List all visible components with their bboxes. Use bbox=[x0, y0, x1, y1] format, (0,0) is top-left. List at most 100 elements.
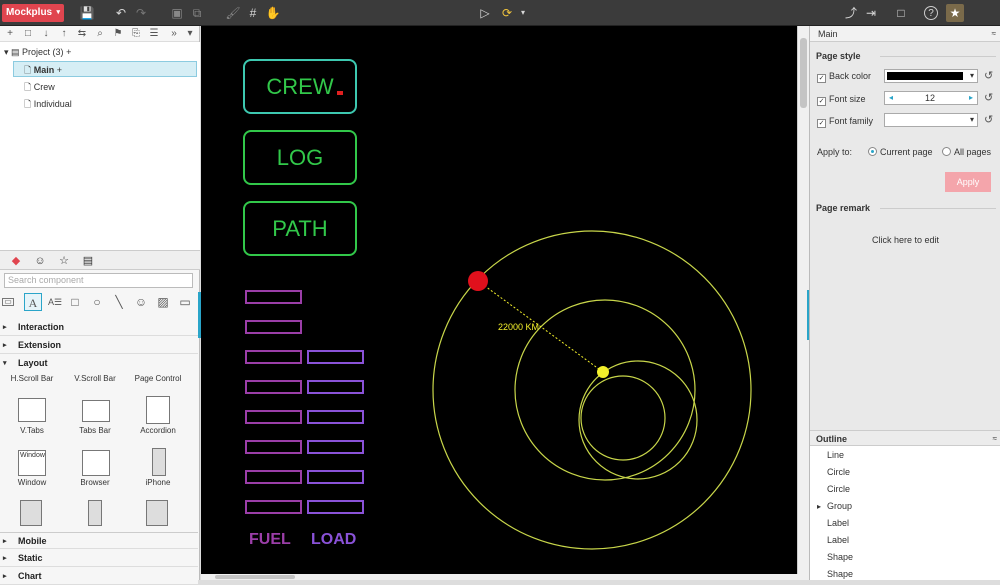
apply-button[interactable]: Apply bbox=[945, 172, 991, 192]
move-icon[interactable]: ⇆ bbox=[76, 27, 88, 41]
move-up-icon[interactable]: ↑ bbox=[58, 27, 70, 41]
app-menu-button[interactable]: Mockplus ▾ bbox=[2, 4, 64, 22]
fullscreen-icon[interactable]: □ bbox=[892, 4, 910, 22]
font-family-checkbox[interactable]: ✓ Font family bbox=[817, 114, 873, 128]
add-page-icon[interactable]: + bbox=[4, 27, 16, 41]
help-icon[interactable]: ? bbox=[924, 6, 938, 20]
window-icon[interactable]: Window bbox=[18, 450, 46, 476]
outline-item[interactable]: Circle bbox=[827, 481, 850, 498]
reset-icon[interactable]: ↺ bbox=[984, 92, 996, 104]
tree-item-project[interactable]: ▾ ▤ Project (3) + bbox=[4, 44, 194, 60]
emoji-shape-icon[interactable]: ☺ bbox=[132, 293, 150, 311]
collapse-icon[interactable]: ≈ bbox=[993, 431, 997, 447]
outline-item-group[interactable]: Group bbox=[817, 498, 852, 515]
component-v-tabs[interactable]: V.Tabs bbox=[2, 426, 62, 435]
component-library-icon[interactable]: ◆ bbox=[8, 253, 24, 269]
browser-icon[interactable] bbox=[82, 450, 110, 476]
format-brush-icon[interactable]: 🖌 bbox=[224, 4, 242, 22]
font-size-checkbox[interactable]: ✓ Font size bbox=[817, 92, 866, 106]
scroll-thumb[interactable] bbox=[800, 38, 807, 108]
decrease-icon[interactable]: ◂ bbox=[889, 92, 893, 104]
outline-item[interactable]: Line bbox=[827, 447, 844, 464]
design-canvas[interactable]: CREW LOG PATH FUEL LOAD 22000 KM bbox=[201, 26, 797, 574]
checkbox[interactable]: ✓ bbox=[817, 97, 826, 106]
yellow-moon[interactable] bbox=[597, 366, 609, 378]
phone-icon[interactable] bbox=[88, 500, 102, 526]
template-icon[interactable]: ▤ bbox=[80, 253, 96, 269]
sync-chevron-icon[interactable]: ▾ bbox=[514, 4, 532, 22]
category-static[interactable]: ▸ Static bbox=[0, 550, 198, 567]
font-size-value[interactable]: 12 bbox=[925, 92, 935, 105]
play-icon[interactable]: ▷ bbox=[476, 4, 494, 22]
grid-icon[interactable]: # bbox=[244, 4, 262, 22]
back-color-checkbox[interactable]: ✓ Back color bbox=[817, 69, 871, 83]
radio[interactable] bbox=[942, 147, 951, 156]
circle-shape-icon[interactable]: ○ bbox=[88, 293, 106, 311]
tabs-bar-icon[interactable] bbox=[82, 400, 110, 422]
reset-icon[interactable]: ↺ bbox=[984, 114, 996, 126]
paragraph-shape-icon[interactable]: A☰ bbox=[46, 293, 64, 311]
add-folder-icon[interactable]: □ bbox=[22, 27, 34, 41]
button-shape-icon[interactable]: ▭ bbox=[2, 298, 14, 306]
font-family-select[interactable]: ▾ bbox=[884, 113, 978, 127]
list-icon[interactable]: ☰ bbox=[148, 27, 160, 41]
increase-icon[interactable]: ▸ bbox=[969, 92, 973, 104]
component-tabs-bar[interactable]: Tabs Bar bbox=[65, 426, 125, 435]
flag-icon[interactable]: ⚑ bbox=[112, 27, 124, 41]
v-tabs-icon[interactable] bbox=[18, 398, 46, 422]
canvas-horizontal-scrollbar[interactable] bbox=[201, 574, 809, 580]
category-layout[interactable]: ▾ Layout bbox=[0, 355, 198, 372]
search-component-input[interactable]: Search component bbox=[4, 273, 193, 288]
component-accordion[interactable]: Accordion bbox=[128, 426, 188, 435]
text-shape-icon[interactable]: A bbox=[24, 293, 42, 311]
category-interaction[interactable]: ▸ Interaction bbox=[0, 319, 198, 336]
share-icon[interactable]: ⤴ bbox=[842, 4, 860, 22]
move-down-icon[interactable]: ↓ bbox=[40, 27, 52, 41]
checkbox[interactable]: ✓ bbox=[817, 74, 826, 83]
middle-orbit[interactable] bbox=[514, 299, 696, 481]
outline-item[interactable]: Label bbox=[827, 532, 849, 549]
current-page-radio[interactable]: Current page bbox=[868, 145, 933, 159]
line-shape-icon[interactable]: ╲ bbox=[110, 293, 128, 311]
tree-item-main[interactable]: 🗋 Main + bbox=[13, 61, 197, 77]
radio-selected[interactable] bbox=[868, 147, 877, 156]
inner-orbit[interactable] bbox=[580, 375, 666, 461]
redo-icon[interactable]: ↷ bbox=[132, 4, 150, 22]
reset-icon[interactable]: ↺ bbox=[984, 70, 996, 82]
tree-item-crew[interactable]: 🗋 Crew bbox=[24, 79, 55, 95]
component-page-control[interactable]: Page Control bbox=[128, 374, 188, 383]
back-color-picker[interactable]: ▾ bbox=[884, 69, 978, 83]
remark-edit-area[interactable]: Click here to edit bbox=[810, 235, 1000, 245]
component-window[interactable]: Window bbox=[2, 478, 62, 487]
tree-item-individual[interactable]: 🗋 Individual bbox=[24, 96, 72, 112]
category-extension[interactable]: ▸ Extension bbox=[0, 337, 198, 354]
outline-item[interactable]: Circle bbox=[827, 464, 850, 481]
distance-line[interactable] bbox=[477, 280, 604, 373]
ungroup-icon[interactable]: ⧉ bbox=[188, 4, 206, 22]
tablet-icon[interactable] bbox=[146, 500, 168, 526]
font-size-stepper[interactable]: ◂ 12 ▸ bbox=[884, 91, 978, 105]
scroll-thumb[interactable] bbox=[215, 575, 295, 579]
category-chart[interactable]: ▸ Chart bbox=[0, 568, 198, 585]
add-icon[interactable]: + bbox=[57, 65, 62, 75]
copy-icon[interactable]: ⎘ bbox=[130, 27, 142, 41]
component-browser[interactable]: Browser bbox=[65, 478, 125, 487]
add-icon[interactable]: + bbox=[66, 47, 71, 57]
avatar[interactable]: ★ bbox=[946, 4, 964, 22]
group-icon[interactable]: ▣ bbox=[168, 4, 186, 22]
accordion-icon[interactable] bbox=[146, 396, 170, 424]
outline-item[interactable]: Shape bbox=[827, 566, 853, 583]
image-shape-icon[interactable]: ▨ bbox=[154, 293, 172, 311]
component-iphone[interactable]: iPhone bbox=[128, 478, 188, 487]
more-icon[interactable]: » bbox=[168, 27, 180, 41]
input-shape-icon[interactable]: ▭ bbox=[176, 293, 194, 311]
all-pages-radio[interactable]: All pages bbox=[942, 145, 991, 159]
hand-tool-icon[interactable]: ✋ bbox=[264, 4, 282, 22]
category-mobile[interactable]: ▸ Mobile bbox=[0, 532, 198, 549]
undo-icon[interactable]: ↶ bbox=[112, 4, 130, 22]
search-icon[interactable]: ⌕ bbox=[94, 27, 106, 41]
collapse-icon[interactable]: ▾ bbox=[184, 27, 196, 41]
collapse-icon[interactable]: ≈ bbox=[992, 26, 996, 42]
star-icon[interactable]: ☆ bbox=[56, 253, 72, 269]
iphone-icon[interactable] bbox=[152, 448, 166, 476]
